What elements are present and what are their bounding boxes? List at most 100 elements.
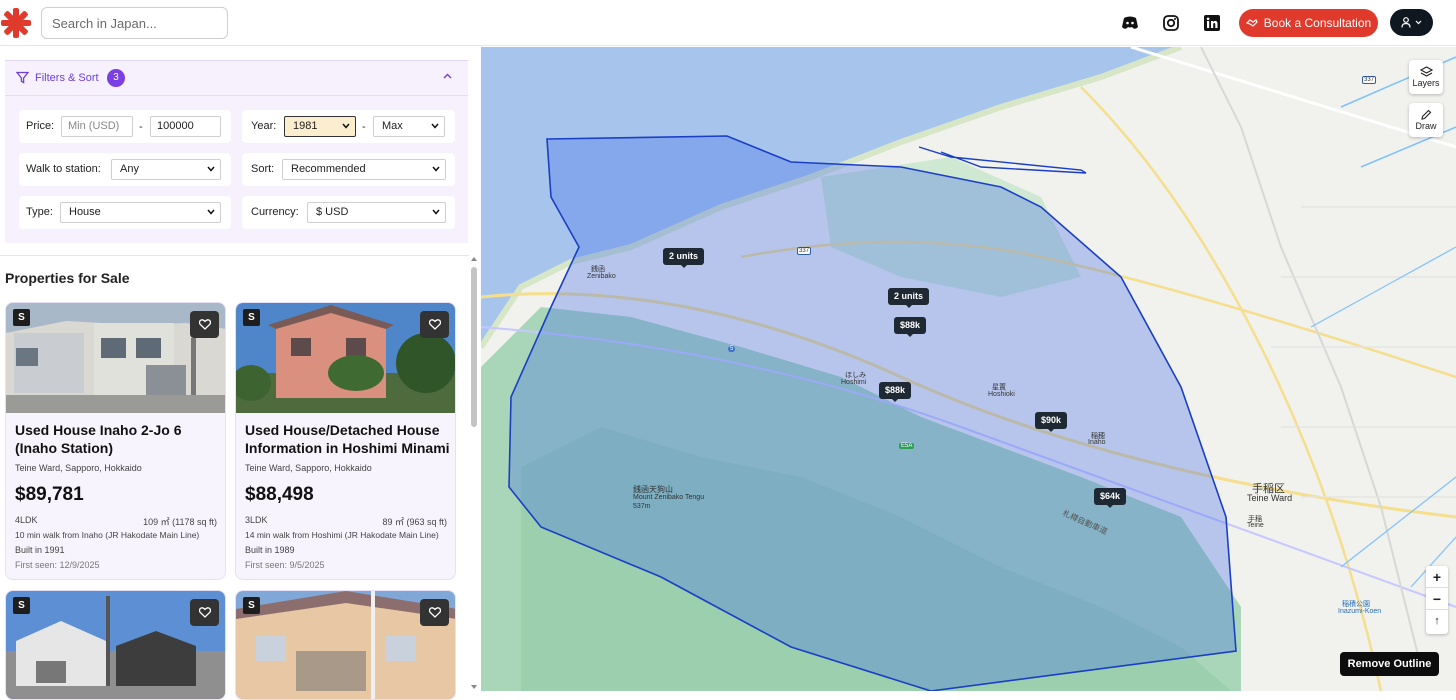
user-menu-button[interactable] <box>1390 9 1433 36</box>
source-badge: S <box>243 309 260 326</box>
map-marker[interactable]: $88k <box>879 382 912 402</box>
property-walk: 10 min walk from Inaho (JR Hakodate Main… <box>15 530 200 540</box>
user-icon <box>1401 17 1411 28</box>
chevron-up-icon[interactable] <box>442 71 453 82</box>
source-badge: S <box>13 309 30 326</box>
property-size: 89 ㎡ (963 sq ft) <box>382 517 447 527</box>
heart-icon <box>428 607 441 618</box>
station-label-zenibako: Zenibako <box>587 273 616 280</box>
property-price: $89,781 <box>15 484 84 505</box>
station-label-teine: Teine <box>1247 522 1264 529</box>
zoom-in-button[interactable]: + <box>1426 566 1448 588</box>
property-name: Used House Inaho 2-Jo 6 <box>15 422 182 438</box>
map-view[interactable]: 銭函 Zenibako ほしみ Hoshimi 星置 Hoshioki 稲穂 I… <box>481 47 1456 691</box>
linkedin-icon[interactable] <box>1201 12 1223 34</box>
draw-label: Draw <box>1415 121 1437 131</box>
layers-label: Layers <box>1412 78 1440 88</box>
chevron-down-icon <box>207 209 215 215</box>
reset-north-button[interactable]: ↑ <box>1426 610 1448 632</box>
mountain-label: Mount Zenibako Tengu <box>633 494 705 501</box>
map-marker[interactable]: $90k <box>1035 412 1068 432</box>
station-label-inaho: Inaho <box>1088 439 1106 446</box>
year-min-select[interactable]: 1981 <box>284 116 356 137</box>
map-marker[interactable]: $88k <box>894 317 927 337</box>
favorite-button[interactable] <box>420 311 449 338</box>
favorite-button[interactable] <box>420 599 449 626</box>
search-input[interactable] <box>41 7 228 39</box>
map-marker[interactable]: $64k <box>1094 488 1127 508</box>
property-name-line2: Information in Hoshimi Minami <box>245 440 450 456</box>
heart-icon <box>198 607 211 618</box>
scroll-up-icon[interactable] <box>470 256 478 262</box>
map-marker[interactable]: 2 units <box>888 288 930 308</box>
property-card[interactable]: S Used House Inaho 2-Jo 6 (Inaho Station… <box>5 302 226 580</box>
property-card[interactable]: S <box>5 590 226 700</box>
heart-icon <box>428 319 441 330</box>
scroll-down-icon[interactable] <box>470 684 478 690</box>
chevron-down-icon <box>342 123 350 129</box>
type-value: House <box>69 206 101 218</box>
remove-outline-button[interactable]: Remove Outline <box>1340 652 1439 676</box>
book-consultation-label: Book a Consultation <box>1263 16 1372 30</box>
walk-value: Any <box>120 163 139 175</box>
currency-label: Currency: <box>251 206 299 218</box>
filters-title: Filters & Sort <box>35 72 99 84</box>
favorite-button[interactable] <box>190 599 219 626</box>
type-select[interactable]: House <box>60 202 221 223</box>
year-min-value: 1981 <box>293 120 318 132</box>
station-label-inazumi: Inazumi-Koen <box>1338 608 1382 615</box>
listings-scrollbar[interactable] <box>469 255 479 691</box>
map-canvas[interactable] <box>481 47 1456 691</box>
filters-header[interactable]: Filters & Sort 3 <box>5 61 468 96</box>
currency-filter: Currency: $ USD <box>242 196 455 229</box>
draw-button[interactable]: Draw <box>1409 103 1443 137</box>
top-header: Book a Consultation <box>0 0 1456 46</box>
chevron-down-icon <box>432 209 440 215</box>
year-max-value: Max <box>382 120 403 132</box>
property-location: Teine Ward, Sapporo, Hokkaido <box>245 463 372 473</box>
ward-label: Teine Ward <box>1247 493 1293 503</box>
filter-count-badge: 3 <box>107 69 125 87</box>
walk-select[interactable]: Any <box>111 159 221 180</box>
type-filter: Type: House <box>19 196 231 229</box>
price-min-input[interactable]: Min (USD) <box>61 116 133 137</box>
sort-label: Sort: <box>251 163 275 175</box>
property-card[interactable]: S <box>235 590 456 700</box>
book-consultation-button[interactable]: Book a Consultation <box>1239 9 1378 37</box>
year-filter: Year: 1981 - Max <box>242 110 455 143</box>
scroll-thumb[interactable] <box>471 267 477 427</box>
currency-select[interactable]: $ USD <box>307 202 446 223</box>
filters-panel: Filters & Sort 3 Price: Min (USD) - 1000… <box>5 60 468 243</box>
property-location: Teine Ward, Sapporo, Hokkaido <box>15 463 142 473</box>
route-shield: 337 <box>797 247 812 255</box>
layers-icon <box>1419 66 1433 77</box>
chevron-down-icon <box>432 166 440 172</box>
price-filter: Price: Min (USD) - 100000 <box>19 110 231 143</box>
price-range-dash: - <box>139 121 143 133</box>
pencil-icon <box>1421 109 1432 120</box>
chevron-down-icon <box>431 123 439 129</box>
discord-icon[interactable] <box>1119 12 1141 34</box>
instagram-icon[interactable] <box>1160 12 1182 34</box>
property-layout: 4LDK <box>15 515 38 525</box>
layers-button[interactable]: Layers <box>1409 60 1443 94</box>
year-max-select[interactable]: Max <box>373 116 445 137</box>
listings-title: Properties for Sale <box>5 270 130 286</box>
sort-select[interactable]: Recommended <box>282 159 446 180</box>
property-walk: 14 min walk from Hoshimi (JR Hakodate Ma… <box>245 530 439 540</box>
property-card[interactable]: S Used House/Detached House Information … <box>235 302 456 580</box>
source-badge: S <box>13 597 30 614</box>
station-label-hoshioki: Hoshioki <box>988 391 1015 398</box>
sort-filter: Sort: Recommended <box>242 153 455 186</box>
favorite-button[interactable] <box>190 311 219 338</box>
map-marker[interactable]: 2 units <box>663 248 705 268</box>
property-name: Used House/Detached House <box>245 422 440 438</box>
logo-icon[interactable] <box>1 8 31 38</box>
filter-icon <box>16 71 29 84</box>
zoom-controls: + − ↑ <box>1426 566 1448 634</box>
property-built: Built in 1991 <box>15 545 65 555</box>
price-max-input[interactable]: 100000 <box>150 116 221 137</box>
year-range-dash: - <box>362 121 366 133</box>
zoom-out-button[interactable]: − <box>1426 588 1448 610</box>
walk-label: Walk to station: <box>26 163 101 175</box>
